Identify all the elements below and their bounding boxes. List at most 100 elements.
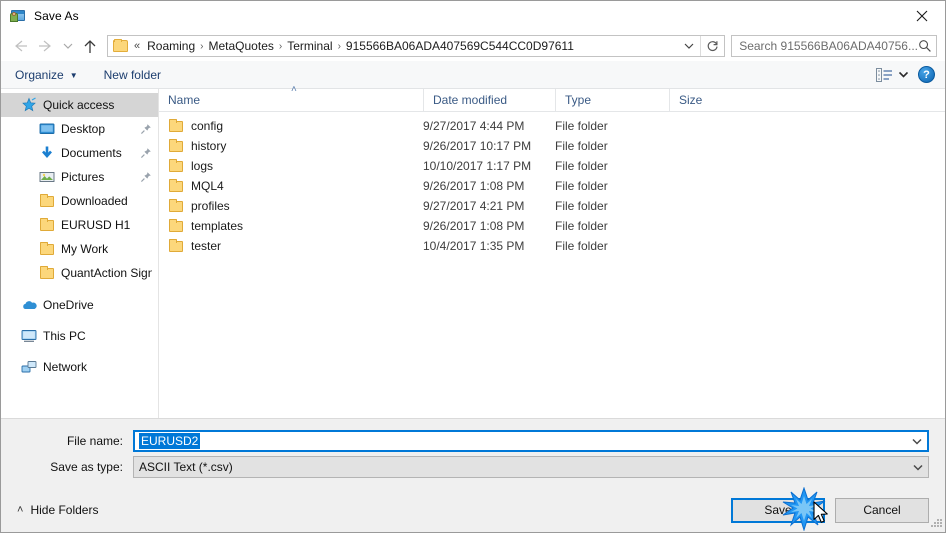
folder-icon [168, 178, 184, 194]
file-name-label: profiles [191, 199, 230, 213]
command-toolbar: Organize ▼ New folder ? [1, 61, 945, 89]
chevron-up-icon: ˄ [17, 504, 24, 516]
column-header-type[interactable]: Type [555, 89, 669, 111]
file-type-cell: File folder [555, 159, 608, 173]
change-view-button[interactable] [876, 67, 908, 82]
table-row[interactable]: profiles 9/27/2017 4:21 PM File folder [159, 196, 945, 216]
folder-icon [168, 138, 184, 154]
table-row[interactable]: history 9/26/2017 10:17 PM File folder [159, 136, 945, 156]
file-type-cell: File folder [555, 119, 608, 133]
file-name-cell: MQL4 [159, 178, 423, 194]
column-header-label: Date modified [433, 93, 508, 107]
sidebar-item-downloaded[interactable]: Downloaded [1, 189, 158, 213]
breadcrumb-item-0[interactable]: Roaming [143, 39, 199, 53]
quick-access-star-icon [21, 97, 37, 113]
file-name-input[interactable]: EURUSD2 [133, 430, 929, 452]
file-rows: config 9/27/2017 4:44 PM File folder his… [159, 112, 945, 418]
file-date-cell: 9/27/2017 4:44 PM [423, 119, 525, 133]
sidebar-item-quick-access[interactable]: Quick access [1, 93, 158, 117]
sidebar-item-label: This PC [43, 329, 86, 343]
forward-arrow-icon[interactable] [33, 34, 59, 58]
sidebar-item-pictures[interactable]: Pictures [1, 165, 158, 189]
sidebar-item-network[interactable]: Network [1, 355, 158, 379]
sidebar-item-documents[interactable]: Documents [1, 141, 158, 165]
folder-icon [168, 238, 184, 254]
column-header-size[interactable]: Size [669, 89, 749, 111]
sidebar-item-quantaction-signal[interactable]: QuantAction Signal [1, 261, 158, 285]
sidebar-item-label: Documents [61, 146, 122, 160]
file-name-label: templates [191, 219, 244, 233]
sidebar-item-my-work[interactable]: My Work [1, 237, 158, 261]
sidebar-item-label: Downloaded [61, 194, 128, 208]
refresh-icon[interactable] [700, 36, 724, 56]
file-name-cell: profiles [159, 198, 423, 214]
file-type-cell: File folder [555, 139, 608, 153]
breadcrumb-item-3[interactable]: 915566BA06ADA407569C544CC0D97611 [342, 39, 578, 53]
file-type-cell: File folder [555, 219, 608, 233]
file-name-row: File name: EURUSD2 [17, 430, 929, 452]
save-as-type-select[interactable]: ASCII Text (*.csv) [133, 456, 929, 478]
file-name-label: config [191, 119, 224, 133]
pin-icon[interactable] [140, 147, 152, 159]
table-row[interactable]: templates 9/26/2017 1:08 PM File folder [159, 216, 945, 236]
sidebar-item-onedrive[interactable]: OneDrive [1, 293, 158, 317]
table-row[interactable]: config 9/27/2017 4:44 PM File folder [159, 116, 945, 136]
close-icon[interactable] [899, 1, 945, 31]
file-name-value: EURUSD2 [139, 433, 201, 449]
breadcrumb-item-1[interactable]: MetaQuotes [205, 39, 278, 53]
resize-grip-icon[interactable] [930, 517, 942, 529]
dialog-body: Quick access Desktop Documents Pictures … [1, 84, 945, 418]
breadcrumb-item-2[interactable]: Terminal [283, 39, 336, 53]
sidebar-item-label: Quick access [43, 98, 115, 112]
cancel-button[interactable]: Cancel [835, 497, 929, 523]
address-bar[interactable]: « Roaming › MetaQuotes › Terminal › 9155… [107, 35, 726, 57]
breadcrumb: « Roaming › MetaQuotes › Terminal › 9155… [132, 39, 678, 53]
sidebar-item-label: My Work [61, 242, 109, 256]
file-type-cell: File folder [555, 179, 608, 193]
search-input[interactable]: Search 915566BA06ADA40756... [739, 39, 918, 53]
chevron-down-icon[interactable] [908, 457, 928, 477]
pin-icon[interactable] [140, 171, 152, 183]
recent-locations-chevron-icon[interactable] [59, 34, 77, 58]
sidebar-item-this-pc[interactable]: This PC [1, 324, 158, 348]
organize-button[interactable]: Organize ▼ [15, 68, 78, 82]
search-box[interactable]: Search 915566BA06ADA40756... [731, 35, 937, 57]
table-row[interactable]: tester 10/4/2017 1:35 PM File folder [159, 236, 945, 256]
folder-icon [39, 265, 55, 281]
file-name-label: logs [191, 159, 214, 173]
file-name-cell: config [159, 118, 423, 134]
save-as-dialog: Save As « Roaming › MetaQuotes › Termina… [0, 0, 946, 533]
folder-icon [168, 158, 184, 174]
table-row[interactable]: MQL4 9/26/2017 1:08 PM File folder [159, 176, 945, 196]
title-bar: Save As [1, 1, 945, 31]
column-header-name[interactable]: Name ˄ [159, 84, 423, 111]
help-icon[interactable]: ? [918, 66, 935, 83]
save-button[interactable]: Save [731, 497, 825, 523]
sidebar-item-desktop[interactable]: Desktop [1, 117, 158, 141]
file-name-label: MQL4 [191, 179, 224, 193]
table-row[interactable]: logs 10/10/2017 1:17 PM File folder [159, 156, 945, 176]
hide-folders-button[interactable]: ˄ Hide Folders [17, 503, 98, 517]
file-list-pane: Name ˄ Date modified Type Size config 9/… [159, 84, 945, 418]
sidebar-item-label: QuantAction Signal [61, 266, 152, 280]
window-title: Save As [34, 9, 79, 23]
sidebar-item-label: Desktop [61, 122, 106, 136]
navigation-bar: « Roaming › MetaQuotes › Terminal › 9155… [1, 31, 945, 61]
navigation-pane: Quick access Desktop Documents Pictures … [1, 89, 159, 418]
chevron-down-icon[interactable] [678, 36, 700, 56]
chevron-down-icon[interactable] [907, 432, 927, 450]
dialog-footer: ˄ Hide Folders Save Cancel [1, 488, 945, 532]
back-arrow-icon[interactable] [7, 34, 33, 58]
up-arrow-icon[interactable] [77, 34, 103, 58]
file-name-label: history [191, 139, 227, 153]
sidebar-item-eurusd-h1[interactable]: EURUSD H1 [1, 213, 158, 237]
breadcrumb-overflow[interactable]: « [132, 40, 143, 52]
file-date-cell: 9/27/2017 4:21 PM [423, 199, 525, 213]
file-date-cell: 10/10/2017 1:17 PM [423, 159, 532, 173]
new-folder-button[interactable]: New folder [104, 68, 161, 82]
documents-download-icon [39, 145, 55, 161]
folder-icon [168, 218, 184, 234]
folder-icon [113, 39, 128, 52]
pin-icon[interactable] [140, 123, 152, 135]
column-header-date-modified[interactable]: Date modified [423, 89, 555, 111]
